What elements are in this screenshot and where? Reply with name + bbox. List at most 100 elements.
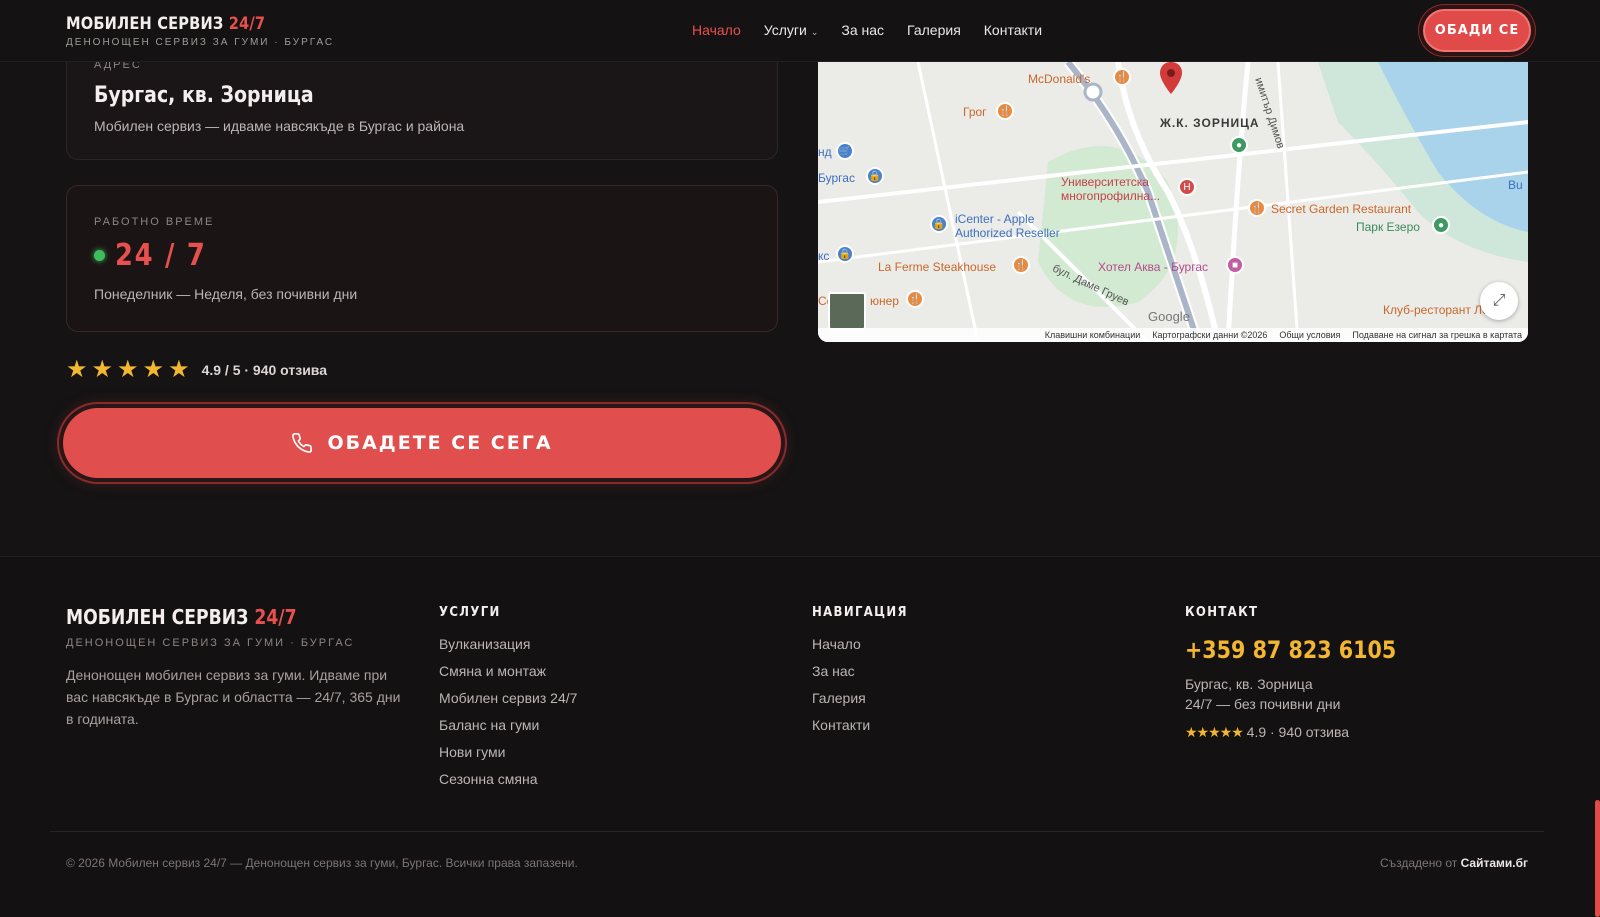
rating: ★ ★ ★ ★ ★ 4.9 / 5 · 940 отзива xyxy=(66,358,327,382)
brand-logo[interactable]: МОБИЛЕН СЕРВИЗ 24/7 ДЕНОНОЩЕН СЕРВИЗ ЗА … xyxy=(66,14,334,48)
footer-link[interactable]: Смяна и монтаж xyxy=(439,663,577,690)
map-footer-link[interactable]: Клавишни комбинации xyxy=(1045,330,1141,340)
site-footer: МОБИЛЕН СЕРВИЗ 24/7 ДЕНОНОЩЕН СЕРВИЗ ЗА … xyxy=(0,556,1600,917)
footer-contact: КОНТАКТ +359 87 823 6105 Бургас, кв. Зор… xyxy=(1185,605,1431,741)
hours-value: 24 / 7 xyxy=(115,238,207,273)
shopping-pin-icon[interactable]: 🔒 xyxy=(866,167,884,185)
shopping-pin-icon[interactable]: 🛒 xyxy=(836,142,854,160)
map-label-bu: Bu xyxy=(1508,178,1523,192)
park-pin-icon[interactable]: ● xyxy=(1432,216,1450,234)
google-logo: Google xyxy=(1148,309,1190,324)
map-footer-link[interactable]: Общи условия xyxy=(1279,330,1340,340)
nav-item-about[interactable]: За нас xyxy=(841,22,884,38)
footer-link[interactable]: За нас xyxy=(812,663,919,690)
restaurant-pin-icon[interactable]: 🍴 xyxy=(1012,256,1030,274)
nav-item-gallery[interactable]: Галерия xyxy=(907,22,961,38)
map-footer-link[interactable]: Подаване на сигнал за грешка в картата xyxy=(1352,330,1522,340)
restaurant-pin-icon[interactable]: 🍴 xyxy=(1248,199,1266,217)
footer-link[interactable]: Начало xyxy=(812,636,919,663)
footer-link[interactable]: Галерия xyxy=(812,690,919,717)
status-dot-icon xyxy=(94,250,105,261)
brand-title: МОБИЛЕН СЕРВИЗ 24/7 xyxy=(66,14,266,34)
footer-link[interactable]: Нови гуми xyxy=(439,744,577,771)
star-icon: ★ xyxy=(168,356,190,383)
footer-rating: ★★★★★ 4.9 · 940 отзива xyxy=(1185,724,1431,741)
map-attribution: Клавишни комбинации Картографски данни ©… xyxy=(818,328,1528,342)
map-label-mcdonalds: McDonald's xyxy=(1028,72,1091,86)
restaurant-pin-icon[interactable]: 🍴 xyxy=(1113,68,1131,86)
address-description: Мобилен сервиз — идваме навсякъде в Бург… xyxy=(94,118,465,134)
call-button[interactable]: ОБАДИ СЕ xyxy=(1423,9,1531,52)
fullscreen-icon[interactable]: ⤢ xyxy=(1480,282,1518,320)
address-title: Бургас, кв. Зорница xyxy=(94,83,314,108)
map-label-park-ezero: Парк Езеро xyxy=(1356,220,1420,234)
footer-hours: 24/7 — без почивни дни xyxy=(1185,696,1341,712)
hospital-pin-icon[interactable]: H xyxy=(1178,178,1196,196)
brand-subtitle: ДЕНОНОЩЕН СЕРВИЗ ЗА ГУМИ · БУРГАС xyxy=(66,37,335,48)
call-now-button[interactable]: ОБАДЕТЕ СЕ СЕГА xyxy=(63,408,781,478)
footer-services-title: УСЛУГИ xyxy=(439,605,501,620)
shopping-pin-icon[interactable]: 🔒 xyxy=(836,245,854,263)
footer-link[interactable]: Вулканизация xyxy=(439,636,577,663)
hours-label: РАБОТНО ВРЕМЕ xyxy=(94,216,215,228)
footer-address: Бургас, кв. Зорница xyxy=(1185,676,1313,692)
park-pin-icon[interactable]: ● xyxy=(1230,136,1248,154)
footer-navigation-title: НАВИГАЦИЯ xyxy=(812,605,908,620)
star-icon: ★ xyxy=(142,356,165,383)
map-label-grog: Грог xyxy=(963,105,987,119)
shopping-pin-icon[interactable]: 🔒 xyxy=(930,215,948,233)
map-label-yuner: юнер xyxy=(870,294,899,308)
map-label-icenter: iCenter - Apple Authorized Reseller xyxy=(955,212,1060,240)
phone-icon xyxy=(292,433,313,453)
nav-item-home[interactable]: Начало xyxy=(692,22,741,38)
footer-brand-title: МОБИЛЕН СЕРВИЗ 24/7 xyxy=(66,605,297,629)
map-embed[interactable]: McDonald's 🍴 Грог 🍴 Ж.К. ЗОРНИЦА имитър … xyxy=(818,62,1528,342)
star-icon: ★★★★★ xyxy=(1185,724,1244,740)
map-roads xyxy=(818,62,1528,342)
footer-navigation: НАВИГАЦИЯ Начало За нас Галерия Контакти xyxy=(812,605,919,744)
footer-rating-text: 4.9 · 940 отзива xyxy=(1246,724,1350,740)
call-now-label: ОБАДЕТЕ СЕ СЕГА xyxy=(327,432,553,454)
hotel-pin-icon[interactable]: ■ xyxy=(1226,256,1244,274)
satellite-toggle[interactable] xyxy=(828,292,866,330)
rating-text: 4.9 / 5 · 940 отзива xyxy=(201,362,328,378)
footer-link[interactable]: Баланс на гуми xyxy=(439,717,577,744)
restaurant-pin-icon[interactable]: 🍴 xyxy=(996,102,1014,120)
map-label-ks: кс xyxy=(818,249,830,263)
credit-link[interactable]: Сайтами.бг xyxy=(1461,856,1528,870)
scrollbar-thumb[interactable] xyxy=(1595,800,1600,917)
hours-row: 24 / 7 xyxy=(94,238,221,273)
copyright: © 2026 Мобилен сервиз 24/7 — Денонощен с… xyxy=(66,856,578,870)
footer-link[interactable]: Сезонна смяна xyxy=(439,771,577,798)
footer-brand: МОБИЛЕН СЕРВИЗ 24/7 ДЕНОНОЩЕН СЕРВИЗ ЗА … xyxy=(66,605,354,649)
footer-contact-title: КОНТАКТ xyxy=(1185,605,1259,620)
map-label-university: Университетска многопрофилна... xyxy=(1061,175,1161,203)
site-header: МОБИЛЕН СЕРВИЗ 24/7 ДЕНОНОЩЕН СЕРВИЗ ЗА … xyxy=(0,0,1600,62)
footer-phone-link[interactable]: +359 87 823 6105 xyxy=(1185,636,1396,664)
hours-card: РАБОТНО ВРЕМЕ 24 / 7 Понеделник — Неделя… xyxy=(66,185,778,332)
footer-brand-subtitle: ДЕНОНОЩЕН СЕРВИЗ ЗА ГУМИ · БУРГАС xyxy=(66,637,355,649)
credit: Създадено от Сайтами.бг xyxy=(1379,856,1528,870)
footer-services: УСЛУГИ Вулканизация Смяна и монтаж Мобил… xyxy=(439,605,577,798)
map-footer-link: Картографски данни ©2026 xyxy=(1152,330,1268,340)
map-label-la-ferme: La Ferme Steakhouse xyxy=(878,260,997,274)
footer-link[interactable]: Мобилен сервиз 24/7 xyxy=(439,690,577,717)
map-label-burgas: Бургас xyxy=(818,171,855,185)
footer-description: Денонощен мобилен сервиз за гуми. Идваме… xyxy=(66,667,401,727)
main-nav: Начало Услуги ⌄ За нас Галерия Контакти xyxy=(692,22,1042,38)
nav-item-services[interactable]: Услуги ⌄ xyxy=(764,22,819,38)
footer-link[interactable]: Контакти xyxy=(812,717,919,744)
footer-divider xyxy=(50,831,1544,832)
star-icon: ★ xyxy=(91,356,114,383)
map-label-secret-garden: Secret Garden Restaurant xyxy=(1271,202,1412,216)
star-icon: ★ xyxy=(117,356,139,383)
star-icon: ★ xyxy=(66,356,88,383)
chevron-down-icon: ⌄ xyxy=(810,27,819,37)
hours-description: Понеделник — Неделя, без почивни дни xyxy=(94,286,358,302)
restaurant-pin-icon[interactable]: 🍴 xyxy=(906,290,924,308)
location-marker-icon[interactable] xyxy=(1160,62,1182,94)
map-label-nd: нд xyxy=(818,145,832,159)
nav-item-contacts[interactable]: Контакти xyxy=(984,22,1042,38)
map-label-hotel-akva: Хотел Аква - Бургас xyxy=(1098,260,1209,274)
map-label-zornitsa: Ж.К. ЗОРНИЦА xyxy=(1160,116,1260,130)
